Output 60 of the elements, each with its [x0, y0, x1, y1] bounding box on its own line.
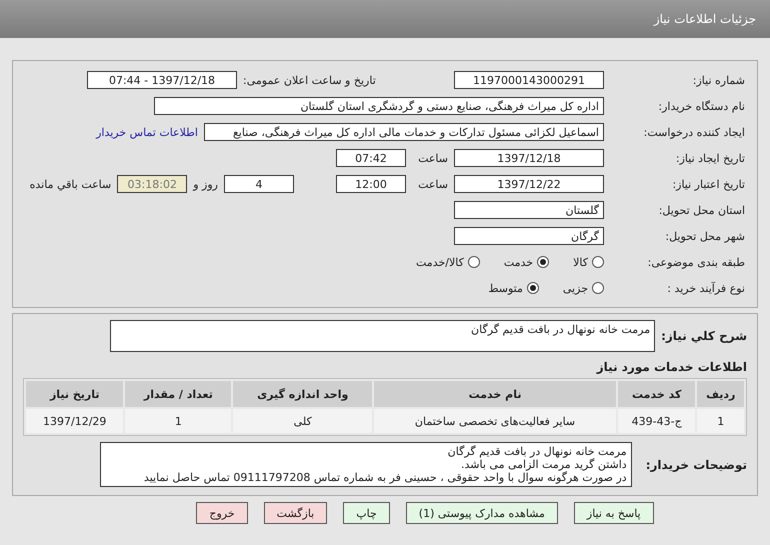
time-field: 07:42: [336, 149, 406, 167]
field-label: شهر محل تحویل:: [664, 230, 745, 242]
field-label: شماره نیاز:: [692, 74, 745, 86]
action-button[interactable]: پاسخ به نیاز: [574, 502, 654, 524]
field-label: روز و: [193, 178, 218, 190]
time-field: 12:00: [336, 175, 406, 193]
radio-label: کالا/خدمت: [416, 256, 464, 268]
field-label: توضیحات خریدار:: [646, 458, 747, 472]
remaining-time-field: 03:18:02: [117, 175, 188, 193]
date-field: 1397/12/22: [454, 175, 604, 193]
column-header: کد خدمت: [618, 381, 696, 407]
need-number-field: 1197000143000291: [454, 71, 604, 89]
field-label: ایجاد کننده درخواست:: [642, 126, 745, 138]
radio-label: خدمت: [504, 256, 534, 268]
summary-field: مرمت خانه نونهال در بافت قدیم گرگان: [110, 320, 656, 352]
province-field: گلستان: [454, 201, 604, 219]
field-label: نوع فرآیند خرید :: [666, 282, 745, 294]
field-label: ساعت: [417, 178, 448, 190]
field-label: ساعت: [417, 152, 448, 164]
radio-button[interactable]: [526, 282, 539, 294]
action-button[interactable]: بازگشت: [264, 502, 328, 524]
announce-date-field: 1397/12/18 - 07:44: [87, 71, 237, 89]
city-field: گرگان: [454, 227, 604, 245]
radio-button[interactable]: [537, 256, 550, 268]
table-cell: کلی: [233, 409, 372, 433]
radio-button[interactable]: [592, 256, 604, 268]
section-title: اطلاعات خدمات مورد نیاز: [595, 360, 747, 374]
buyer-org-field: اداره کل میراث فرهنگی، صنایع دستی و گردشگری استان گلستان: [154, 97, 604, 115]
radio-button[interactable]: [468, 256, 480, 268]
creator-field: اسماعیل لکزائی مسئول تدارکات و خدمات مالی اداره کل میراث فرهنگی، صنایع: [204, 123, 604, 141]
column-header: تعداد / مقدار: [125, 381, 232, 407]
field-label: نام دستگاه خریدار:: [657, 100, 745, 112]
date-field: 1397/12/18: [454, 149, 604, 167]
days-field: 4: [224, 175, 294, 193]
table-cell: ج-43-439: [618, 409, 696, 433]
table-cell: 1: [125, 409, 232, 433]
column-header: ردیف: [697, 381, 744, 407]
field-label: استان محل تحویل:: [658, 204, 745, 216]
buyer-notes-field: مرمت خانه نونهال در بافت قدیم گرگان داشتن گرید مرمت الزامی می باشد. در صورت هرگونه سوال با واحد حقوقی ، حسینی فر به شماره تماس 09111797208 تماس حاصل نمایید: [100, 442, 632, 487]
buyer-contact-link[interactable]: اطلاعات تماس خریدار: [96, 126, 198, 138]
column-header: تاریخ نیاز: [26, 381, 124, 407]
action-button[interactable]: چاپ: [343, 502, 390, 524]
field-label: تاریخ و ساعت اعلان عمومی:: [243, 74, 376, 86]
table-cell: 1397/12/29: [26, 409, 124, 433]
field-label: شرح کلي نیاز:: [661, 329, 747, 343]
radio-label: کالا: [573, 256, 588, 268]
column-header: واحد اندازه گیری: [233, 381, 372, 407]
table-cell: سایر فعالیت‌های تخصصی ساختمان: [374, 409, 616, 433]
field-label: طبقه بندی موضوعی:: [646, 256, 745, 268]
action-button[interactable]: مشاهده مدارک پیوستی (1): [406, 502, 558, 524]
field-label: تاریخ اعتبار نیاز:: [671, 178, 745, 190]
column-header: نام خدمت: [374, 381, 616, 407]
radio-label: متوسط: [488, 282, 523, 294]
field-label: ساعت باقي مانده: [30, 178, 112, 190]
radio-button[interactable]: [592, 282, 604, 294]
page-title: جزئیات اطلاعات نیاز: [654, 12, 756, 26]
action-button[interactable]: خروج: [196, 502, 248, 524]
table-cell: 1: [697, 409, 744, 433]
field-label: تاریخ ایجاد نیاز:: [674, 152, 745, 164]
radio-label: جزیی: [562, 282, 588, 294]
